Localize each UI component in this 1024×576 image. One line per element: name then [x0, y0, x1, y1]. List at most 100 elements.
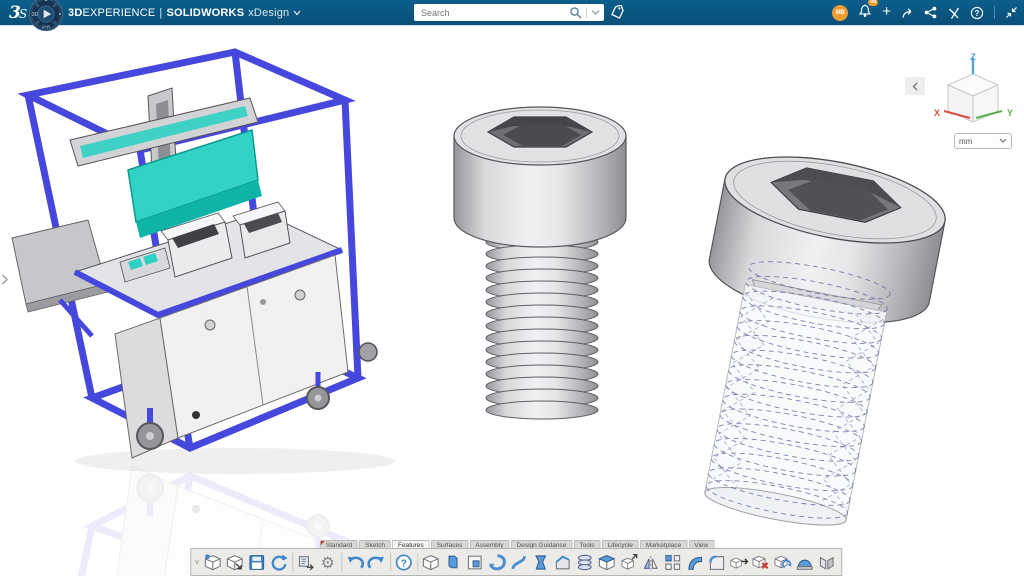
delete-face-button[interactable]	[750, 551, 772, 574]
chevron-right-icon	[1, 274, 9, 285]
thicken-button[interactable]	[596, 551, 618, 574]
avatar[interactable]: MB	[832, 5, 848, 21]
toolbar-separator	[292, 553, 293, 571]
convert-icon	[225, 553, 244, 572]
draft-icon	[619, 553, 638, 572]
share-network-icon[interactable]	[924, 6, 937, 19]
new-part-button[interactable]	[202, 551, 224, 574]
dome-icon	[795, 553, 814, 572]
draft-button[interactable]	[618, 551, 640, 574]
chevron-down-icon	[999, 138, 1007, 144]
toolbar-separator	[341, 553, 342, 571]
rib-button[interactable]	[684, 551, 706, 574]
search-bar[interactable]	[414, 4, 604, 21]
toolbar-separator	[390, 553, 391, 571]
redo-button[interactable]	[366, 551, 388, 574]
title-divider: |	[159, 7, 162, 19]
brand-experience: EXPERIENCE	[82, 7, 155, 19]
top-bar: 3 S 3D V+R 3DEXPERIENCE | SOLIDWORKS xDe…	[0, 0, 1024, 26]
ribbon-collapse-chevron[interactable]: v	[194, 559, 202, 566]
fillet-button[interactable]	[706, 551, 728, 574]
topbar-actions: MB 99 + ?	[832, 0, 1018, 25]
pocket-button[interactable]	[464, 551, 486, 574]
reload-icon	[269, 553, 288, 572]
x-axis-label: X	[934, 108, 940, 118]
help-circle-icon: ?	[394, 553, 413, 572]
svg-text:?: ?	[401, 558, 407, 569]
units-dropdown[interactable]: mm	[954, 133, 1012, 149]
search-input[interactable]	[414, 8, 569, 18]
move-face-icon	[729, 553, 748, 572]
notification-badge: 99	[868, 0, 878, 6]
revolve-button[interactable]	[486, 551, 508, 574]
screw-ghost-model[interactable]	[663, 141, 952, 540]
save-icon	[247, 553, 266, 572]
coil-icon	[575, 553, 594, 572]
undo-button[interactable]	[344, 551, 366, 574]
screw-solid-model[interactable]	[454, 107, 626, 419]
collapse-icon[interactable]	[1005, 6, 1018, 19]
help-button[interactable]: ?	[393, 551, 415, 574]
units-value: mm	[959, 137, 999, 146]
coil-button[interactable]	[574, 551, 596, 574]
machine-model[interactable]	[12, 52, 395, 474]
viewport-canvas[interactable]	[0, 0, 1024, 576]
app-title: 3DEXPERIENCE | SOLIDWORKS xDesign	[68, 0, 301, 25]
move-face-button[interactable]	[728, 551, 750, 574]
view-triad[interactable]: Z X Y	[928, 52, 1023, 130]
fillet-icon	[707, 553, 726, 572]
save-button[interactable]	[246, 551, 268, 574]
share-icon[interactable]	[901, 7, 914, 19]
swym-icon[interactable]	[947, 6, 960, 19]
pattern-icon	[663, 553, 682, 572]
3dexperience-compass-icon[interactable]: 3D V+R	[27, 0, 65, 33]
mirror-button[interactable]	[640, 551, 662, 574]
replace-face-icon	[773, 553, 792, 572]
mirror-icon	[641, 553, 660, 572]
search-scope-chevron-icon[interactable]	[591, 9, 600, 16]
sweep-button[interactable]	[508, 551, 530, 574]
unsaved-flag	[321, 541, 325, 545]
chamfer-button[interactable]	[552, 551, 574, 574]
primitive-box-button[interactable]	[420, 551, 442, 574]
extrude-button[interactable]	[442, 551, 464, 574]
help-icon[interactable]: ?	[970, 6, 984, 20]
split-icon	[817, 553, 836, 572]
options-button[interactable]: ⚙	[317, 551, 339, 574]
reload-button[interactable]	[268, 551, 290, 574]
z-axis-label: Z	[970, 52, 976, 62]
add-button[interactable]: +	[882, 4, 891, 19]
extrude-icon	[443, 553, 462, 572]
toolbar-separator	[417, 553, 418, 571]
dome-button[interactable]	[794, 551, 816, 574]
undo-icon	[345, 553, 364, 572]
search-divider	[586, 7, 587, 18]
primitive-box-icon	[421, 553, 440, 572]
chevron-left-icon	[912, 82, 918, 91]
sweep-icon	[509, 553, 528, 572]
topbar-divider	[994, 6, 995, 19]
convert-button[interactable]	[224, 551, 246, 574]
split-button[interactable]	[816, 551, 838, 574]
expand-panel-handle[interactable]	[1, 272, 9, 290]
search-icon[interactable]	[569, 6, 582, 19]
export-icon	[296, 553, 315, 572]
replace-face-button[interactable]	[772, 551, 794, 574]
export-button[interactable]	[295, 551, 317, 574]
chamfer-icon	[553, 553, 572, 572]
notifications-button[interactable]: 99	[858, 3, 872, 23]
revolve-icon	[487, 553, 506, 572]
svg-text:3D: 3D	[32, 12, 39, 18]
ribbon-toolbar: v ⚙ ?	[190, 548, 842, 576]
y-axis-label: Y	[1007, 108, 1013, 118]
product-name: SOLIDWORKS	[166, 7, 244, 19]
tag-button[interactable]	[608, 4, 626, 21]
svg-text:S: S	[19, 7, 27, 21]
loft-icon	[531, 553, 550, 572]
collapse-panel-button[interactable]	[905, 77, 925, 95]
app-name[interactable]: xDesign	[248, 7, 289, 19]
svg-text:?: ?	[975, 9, 980, 18]
loft-button[interactable]	[530, 551, 552, 574]
chevron-down-icon[interactable]	[293, 10, 301, 16]
pattern-button[interactable]	[662, 551, 684, 574]
